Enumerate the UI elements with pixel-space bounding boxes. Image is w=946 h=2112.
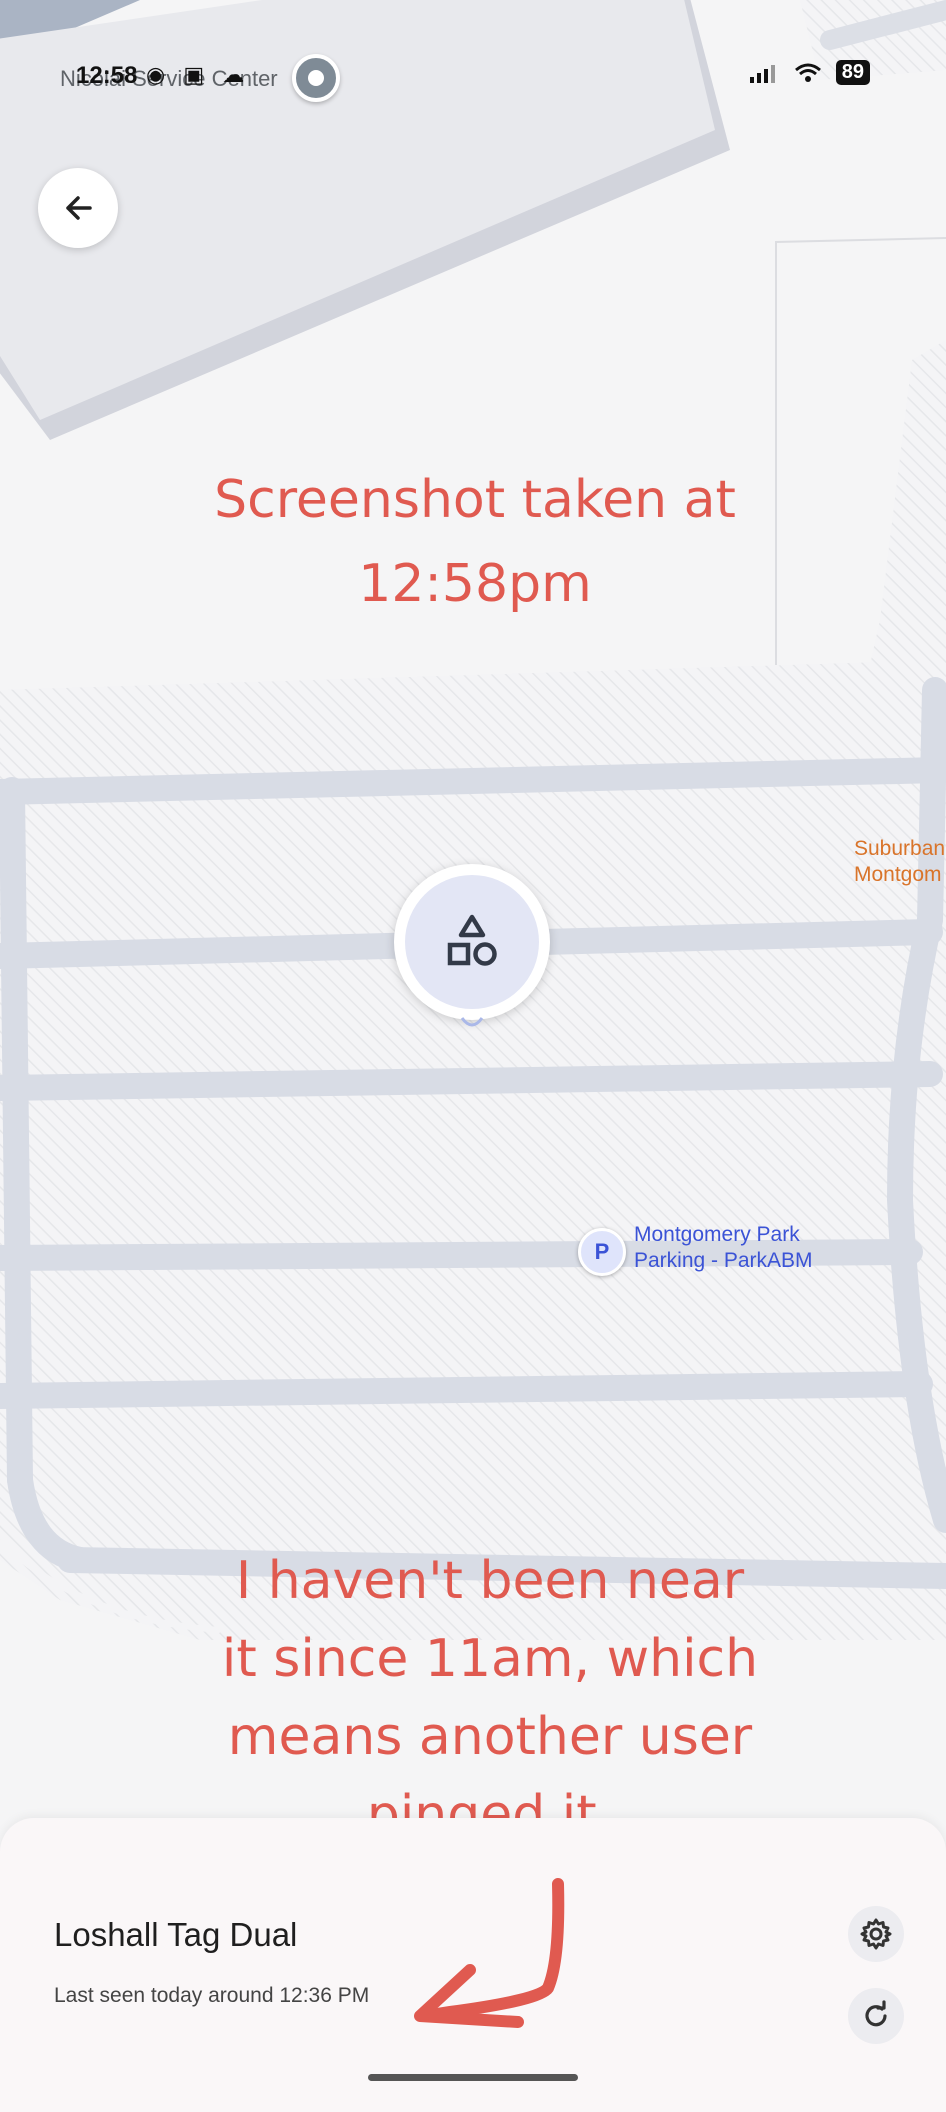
annotation-arrow: [414, 1878, 565, 2028]
home-indicator[interactable]: [368, 2074, 578, 2081]
